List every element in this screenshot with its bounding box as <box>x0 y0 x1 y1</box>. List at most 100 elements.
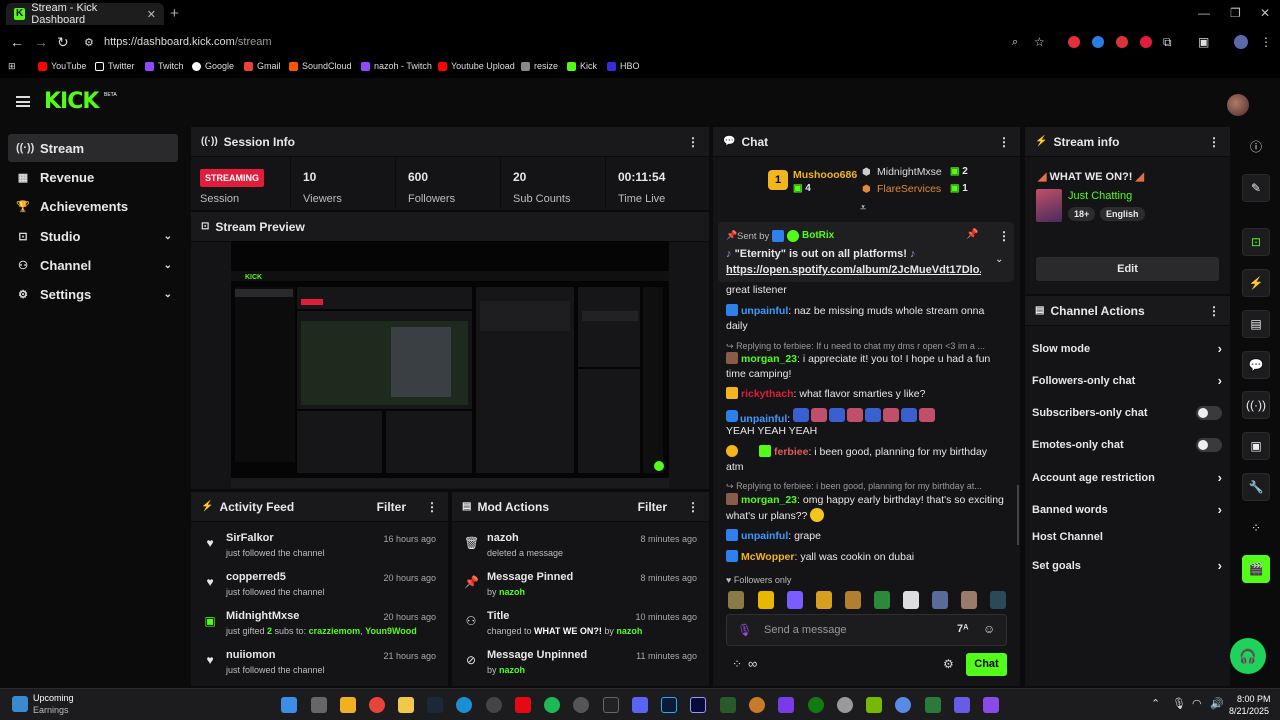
sidebar-item-revenue[interactable]: ▦ Revenue <box>8 163 178 191</box>
leader-name[interactable]: MidnightMxse <box>877 166 942 178</box>
emote-icon[interactable] <box>816 591 832 609</box>
emote-icon[interactable] <box>961 591 977 609</box>
sidebar-item-stream[interactable]: ((·)) Stream <box>8 134 178 162</box>
clock-date[interactable]: 8/21/2025 <box>1229 706 1269 716</box>
activity-user[interactable]: SirFalkor <box>226 532 274 544</box>
subscribers-only-toggle[interactable] <box>1196 406 1222 420</box>
maximize-icon[interactable]: ❐ <box>1230 6 1241 20</box>
obs-icon[interactable] <box>486 697 502 713</box>
translate-icon[interactable]: 7ᴬ <box>957 623 968 635</box>
leader-name[interactable]: Mushooo686 <box>793 169 857 181</box>
bookmark-gmail[interactable]: Gmail <box>244 61 281 71</box>
tab-kick-dashboard[interactable]: K Stream - Kick Dashboard ✕ <box>6 2 164 26</box>
discord-icon[interactable] <box>632 697 648 713</box>
activity-user[interactable]: nuiiomon <box>226 649 276 661</box>
chevron-down-icon[interactable]: ⌄ <box>995 254 1003 265</box>
infinity-icon[interactable]: ∞ <box>748 656 757 671</box>
more-options-icon[interactable]: ⋮ <box>1208 304 1220 318</box>
activity-user[interactable]: copperred5 <box>226 571 286 583</box>
edit-button[interactable]: Edit <box>1036 257 1219 281</box>
bookmark-nazoh-twitch[interactable]: nazoh - Twitch <box>361 61 432 71</box>
emote-icon[interactable] <box>903 591 919 609</box>
more-options-icon[interactable]: ⋮ <box>1208 135 1220 149</box>
bookmark-twitter[interactable]: Twitter <box>95 61 135 71</box>
emote-icon[interactable] <box>932 591 948 609</box>
bookmark-google[interactable]: Google <box>192 61 234 71</box>
chat-scrollbar[interactable] <box>1017 485 1019 545</box>
premiere-icon[interactable] <box>690 697 706 713</box>
emote-icon[interactable] <box>845 591 861 609</box>
notes-icon[interactable]: ▤ <box>1242 310 1270 338</box>
extensions-puzzle-icon[interactable]: ⧉ <box>1163 35 1172 50</box>
app-icon[interactable] <box>778 697 794 713</box>
collapse-icon[interactable]: ⩡ <box>860 202 866 215</box>
chat-username[interactable]: unpainful <box>741 530 788 542</box>
browser-menu-icon[interactable]: ⋮ <box>1260 35 1272 49</box>
reply-context[interactable]: ↪ Replying to ferbiee: If u need to chat… <box>726 341 985 352</box>
xbox-icon[interactable] <box>808 697 824 713</box>
action-account-age[interactable]: Account age restriction › <box>1032 470 1222 485</box>
edge-icon[interactable] <box>456 697 472 713</box>
chat-username[interactable]: ferbiee <box>774 446 808 458</box>
bookmark-twitch[interactable]: Twitch <box>145 61 184 71</box>
moderator-user[interactable]: nazoh <box>499 587 525 597</box>
broadcast-icon[interactable]: ((·)) <box>1242 391 1270 419</box>
sidebar-item-channel[interactable]: ⚇ Channel ⌄ <box>8 251 178 279</box>
info-icon[interactable]: ⓘ <box>1242 132 1270 160</box>
volume-icon[interactable]: 🔊 <box>1210 697 1224 710</box>
more-options-icon[interactable]: ⋮ <box>426 500 438 514</box>
tag-chip[interactable]: English <box>1100 207 1145 221</box>
send-chat-button[interactable]: Chat <box>966 653 1007 676</box>
moderator-user[interactable]: nazoh <box>616 626 642 636</box>
bookmark-youtube-upload[interactable]: Youtube Upload <box>438 61 515 71</box>
sidebar-item-studio[interactable]: ⊡ Studio ⌄ <box>8 222 178 250</box>
chat-username[interactable]: McWopper <box>741 551 794 563</box>
chrome-icon[interactable] <box>369 697 385 713</box>
spotify-icon[interactable] <box>544 697 560 713</box>
bookmark-resize[interactable]: resize <box>521 61 558 71</box>
action-slow-mode[interactable]: Slow mode › <box>1032 341 1222 356</box>
reload-icon[interactable]: ↻ <box>57 34 69 51</box>
bot-name[interactable]: BotRix <box>802 230 834 241</box>
close-window-icon[interactable]: ✕ <box>1260 6 1270 20</box>
start-icon[interactable] <box>281 697 297 713</box>
app-icon[interactable] <box>925 697 941 713</box>
tray-chevron-icon[interactable]: ⌃ <box>1151 697 1160 710</box>
bookmark-youtube[interactable]: YouTube <box>38 61 86 71</box>
extension-icon[interactable] <box>1092 36 1104 48</box>
edit-pencil-icon[interactable]: ✎ <box>1242 174 1270 202</box>
browser-icon[interactable] <box>749 697 765 713</box>
capture-icon[interactable]: ⊡ <box>1242 228 1270 256</box>
profile-icon[interactable] <box>1234 35 1248 49</box>
file-explorer-icon[interactable] <box>398 697 414 713</box>
chat-input[interactable]: 🎙 Send a message 7ᴬ ☺ <box>726 614 1007 646</box>
epic-games-icon[interactable] <box>603 697 619 713</box>
leader-name[interactable]: FlareServices <box>877 183 941 195</box>
clip-icon[interactable]: 🎬 <box>1242 555 1270 583</box>
store-icon[interactable] <box>340 697 356 713</box>
emote-icon[interactable] <box>874 591 890 609</box>
stream-preview-video[interactable]: KICK <box>231 241 669 488</box>
obs-studio-icon[interactable] <box>573 697 589 713</box>
apps-grid-icon[interactable]: ⊞ <box>8 61 16 72</box>
emote-icon[interactable] <box>728 591 744 609</box>
task-view-icon[interactable] <box>311 697 327 713</box>
weather-widget-icon[interactable] <box>12 696 28 712</box>
action-banned-words[interactable]: Banned words › <box>1032 502 1222 517</box>
app-icon[interactable] <box>895 697 911 713</box>
chat-settings-icon[interactable]: ⚙ <box>943 657 954 671</box>
chat-username[interactable]: unpainful <box>741 305 788 317</box>
recipient-user[interactable]: crazziemom <box>309 626 361 636</box>
category-link[interactable]: Just Chatting <box>1068 190 1132 202</box>
avatar[interactable] <box>1227 94 1249 116</box>
tag-chip[interactable]: 18+ <box>1068 207 1096 221</box>
minimize-icon[interactable]: — <box>1198 6 1210 20</box>
extension-icon[interactable] <box>1140 36 1152 48</box>
close-tab-icon[interactable]: ✕ <box>147 8 156 21</box>
chat-bubble-icon[interactable]: 💬 <box>1242 351 1270 379</box>
nvidia-icon[interactable] <box>866 697 882 713</box>
action-set-goals[interactable]: Set goals › <box>1032 558 1222 573</box>
microphone-icon[interactable]: 🎙 <box>1172 697 1186 710</box>
more-options-icon[interactable]: ⋮ <box>998 229 1010 243</box>
emote-icon[interactable] <box>758 591 774 609</box>
